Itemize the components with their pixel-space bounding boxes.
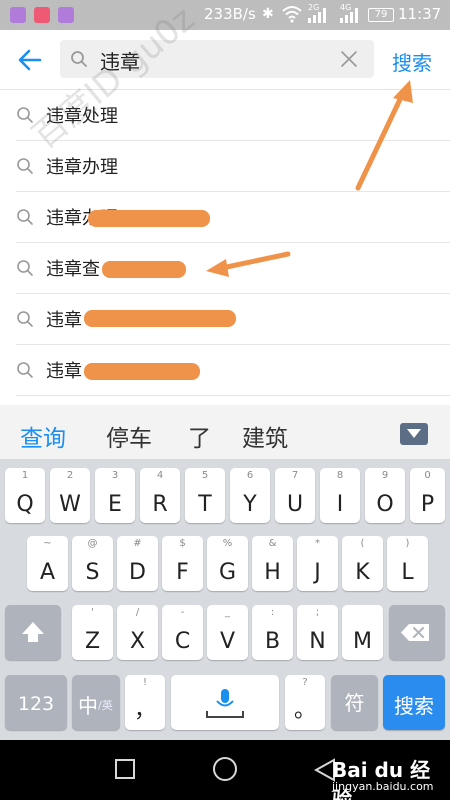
arrow-to-search [355, 80, 413, 191]
baidu-jingyan-logo: Bai du 经验 [332, 758, 431, 800]
annotation-arrows [206, 80, 413, 277]
arrow-to-suggestion [206, 251, 291, 277]
baidu-jingyan-url: jingyan.baidu.com [332, 780, 434, 793]
